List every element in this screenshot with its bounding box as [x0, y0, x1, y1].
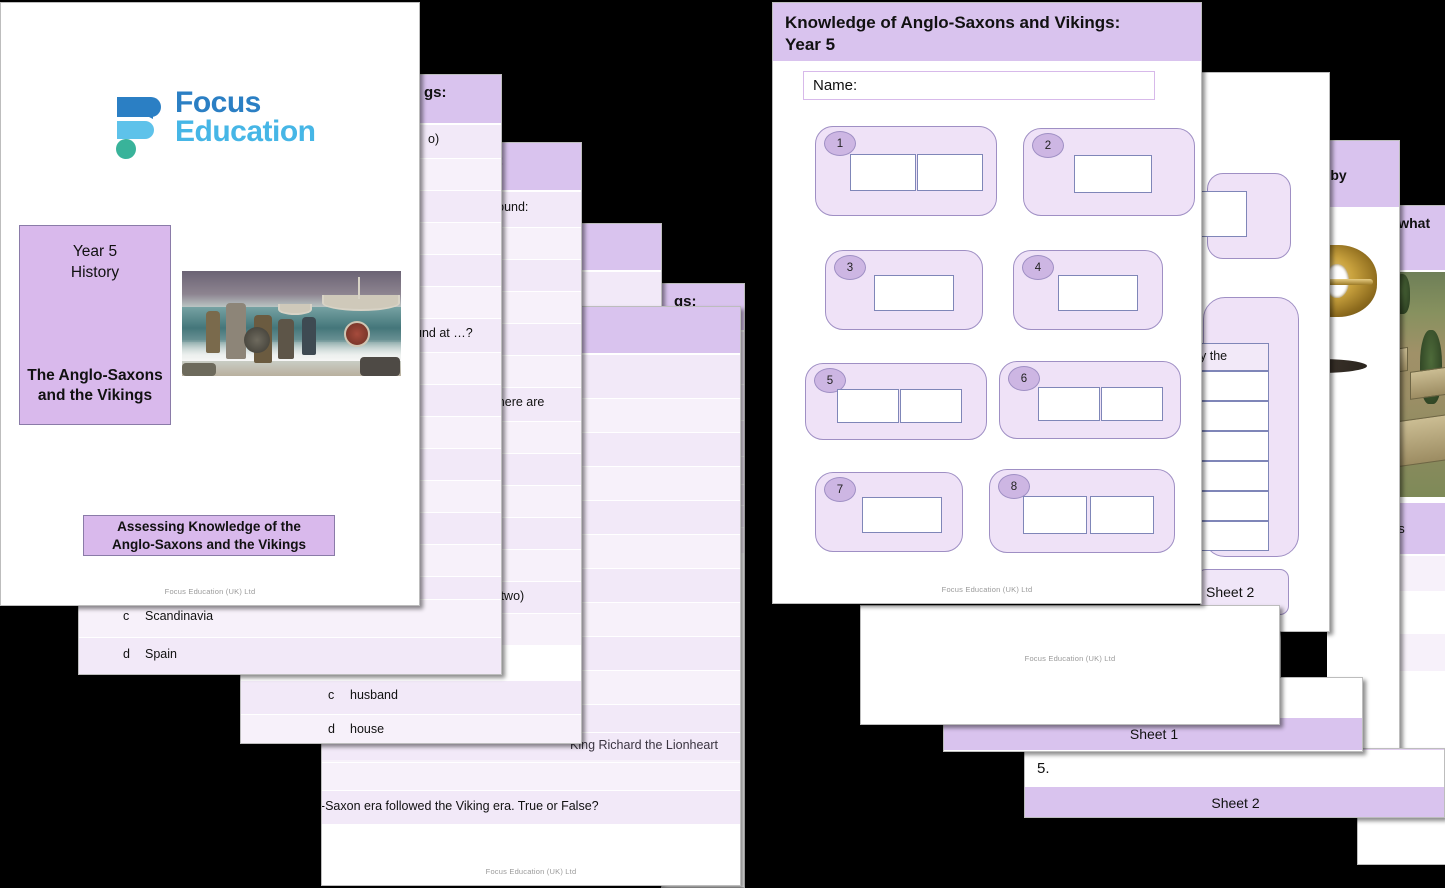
answer-pod-8[interactable]: 8: [989, 469, 1175, 553]
sheet2-bar: Sheet 2: [1025, 787, 1444, 817]
back-sheet-a-grid-cell-1[interactable]: [1201, 371, 1269, 401]
answer-sheet-title-line1: Knowledge of Anglo-Saxons and Vikings:: [785, 13, 1121, 32]
answer-pod-6-number: 6: [1008, 366, 1040, 391]
answer-pod-8-slot-a[interactable]: [1023, 496, 1087, 534]
back-sheet-a-pod-top-slot[interactable]: [1201, 191, 1247, 237]
answer-pod-2[interactable]: 2: [1023, 128, 1195, 216]
answer-pod-1-number: 1: [824, 131, 856, 156]
answer-pod-4-number: 4: [1022, 255, 1054, 280]
cover-caption-box: Assessing Knowledge of the Anglo-Saxons …: [83, 515, 335, 556]
answer-pod-4-slot-a[interactable]: [1058, 275, 1138, 311]
focus-education-logo: Focus Education: [111, 87, 321, 167]
answer-sheet-backing-footer: Focus Education (UK) Ltd: [1024, 654, 1116, 663]
sheet2-item5-row: 5.: [1025, 749, 1444, 787]
focus-logo-mark-icon: [116, 97, 161, 159]
viking-raid-illustration-image: [182, 271, 401, 376]
screenshot-canvas: rion, what eral. things s Hoo. axons by: [0, 0, 1445, 888]
answer-sheet-title: Knowledge of Anglo-Saxons and Vikings: Y…: [773, 3, 1201, 61]
answer-sheet-title-line2: Year 5: [785, 35, 836, 55]
answer-pod-5-slot-b[interactable]: [900, 389, 962, 423]
back-sheet-grid-page[interactable]: y the Sheet 2 Focus Education (UK) Ltd: [1200, 72, 1330, 632]
back-sheet-a-sheet2-label: Sheet 2: [1206, 584, 1255, 600]
quiz-sheet-1-answer-d: d Spain: [79, 637, 501, 674]
answer-pod-3-number: 3: [834, 255, 866, 280]
cover-title-box: Year 5 History The Anglo-Saxons and the …: [19, 225, 171, 425]
answer-pod-8-slot-b[interactable]: [1090, 496, 1154, 534]
sheet1-bar-label: Sheet 1: [1129, 726, 1179, 742]
name-label: Name:: [813, 77, 858, 94]
cover-topic-line1: The Anglo-Saxons: [27, 366, 163, 384]
answer-pod-6-slot-b[interactable]: [1101, 387, 1163, 421]
answer-sheet-page[interactable]: Knowledge of Anglo-Saxons and Vikings: Y…: [772, 2, 1202, 604]
back-sheet-a-grid-cell-3[interactable]: [1201, 431, 1269, 461]
logo-text-education: Education: [175, 114, 316, 148]
logo-text-focus: Focus: [175, 86, 261, 119]
cover-caption-line2: Anglo-Saxons and the Vikings: [111, 536, 307, 552]
answer-pod-3-slot-a[interactable]: [874, 275, 954, 311]
name-input-field[interactable]: Name:: [803, 71, 1155, 100]
answer-pod-6[interactable]: 6: [999, 361, 1181, 439]
quiz-sheet-3-body-footer: Focus Education (UK) Ltd: [485, 867, 577, 876]
cover-subject-label: History: [70, 263, 120, 281]
sheet2-item5-number: 5.: [1037, 760, 1050, 777]
answer-pod-5-slot-a[interactable]: [837, 389, 899, 423]
sheet2-bottom-page[interactable]: 5. Sheet 2: [1024, 748, 1445, 818]
answer-pod-6-slot-a[interactable]: [1038, 387, 1100, 421]
answer-pod-5[interactable]: 5: [805, 363, 987, 440]
back-sheet-a-grid-cell-6[interactable]: [1201, 521, 1269, 551]
answer-pod-4[interactable]: 4: [1013, 250, 1163, 330]
quiz-sheet-3-body-q10-row: 10. The Anglo-Saxon era followed the Vik…: [322, 790, 740, 824]
answer-pod-7-number: 7: [824, 477, 856, 502]
cover-page[interactable]: Focus Education Year 5 History The Anglo…: [0, 2, 420, 606]
quiz-sheet-3-body-row: [322, 762, 740, 790]
cover-topic-line2: and the Vikings: [37, 386, 153, 404]
answer-pod-1[interactable]: 1: [815, 126, 997, 216]
back-sheet-a-grid-cell-5[interactable]: [1201, 491, 1269, 521]
answer-pod-1-slot-a[interactable]: [850, 154, 916, 191]
answer-pod-7-slot-a[interactable]: [862, 497, 942, 533]
answer-pod-2-number: 2: [1032, 133, 1064, 158]
answer-pod-3[interactable]: 3: [825, 250, 983, 330]
answer-pod-7[interactable]: 7: [815, 472, 963, 552]
quiz-sheet-2-answer-d: d house: [241, 714, 581, 743]
cover-caption-line1: Assessing Knowledge of the: [117, 518, 301, 534]
answer-sheet-backing-page[interactable]: Focus Education (UK) Ltd: [860, 605, 1280, 725]
answer-sheet-footer: Focus Education (UK) Ltd: [941, 585, 1033, 594]
back-sheet-a-grid-label: y the: [1201, 343, 1269, 371]
quiz-sheet-2-answer-c: c husband: [241, 680, 581, 714]
cover-year-label: Year 5: [72, 243, 118, 260]
sheet2-bar-label: Sheet 2: [1211, 795, 1260, 811]
quiz-sheet-3-body-blank: [322, 824, 740, 885]
back-sheet-a-grid-cell-2[interactable]: [1201, 401, 1269, 431]
cover-footer-credit: Focus Education (UK) Ltd: [164, 587, 256, 596]
back-sheet-a-grid-cell-4[interactable]: [1201, 461, 1269, 491]
answer-pod-1-slot-b[interactable]: [917, 154, 983, 191]
answer-pod-2-slot-a[interactable]: [1074, 155, 1152, 193]
